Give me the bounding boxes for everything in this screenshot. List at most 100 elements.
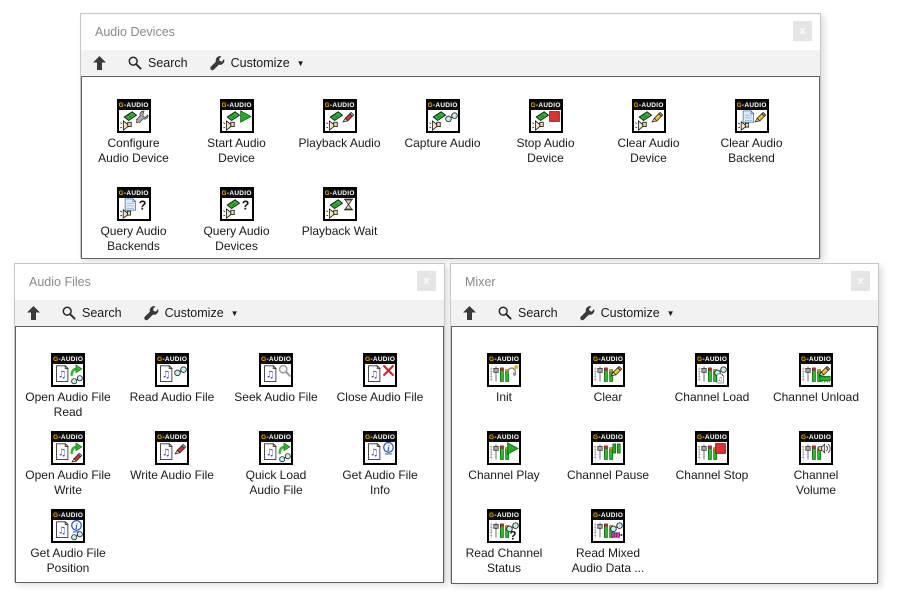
item-label: Playback Wait xyxy=(288,224,391,239)
g-audio-banner: G-AUDIO xyxy=(365,433,395,442)
icon-accent xyxy=(342,110,355,123)
palette-item-stop-audio-device[interactable]: G-AUDIO Stop Audio Device xyxy=(494,99,597,187)
icon-banner-rest: -AUDIO xyxy=(124,190,149,197)
title-bar[interactable]: Audio Devices x xyxy=(81,14,820,50)
icon-banner-rest: -AUDIO xyxy=(806,356,831,363)
g-audio-banner: G-AUDIO xyxy=(801,355,831,364)
window-title: Audio Devices xyxy=(95,25,175,39)
palette-item-playback-audio[interactable]: G-AUDIO Playback Audio xyxy=(288,99,391,187)
title-bar[interactable]: Audio Files x xyxy=(15,264,444,300)
icon-banner-rest: -AUDIO xyxy=(162,356,187,363)
icon-banner-rest: -AUDIO xyxy=(58,434,83,441)
g-audio-banner: G-AUDIO xyxy=(531,101,561,110)
customize-button[interactable]: Customize ▼ xyxy=(210,56,305,71)
g-audio-banner: G-AUDIO xyxy=(157,433,187,442)
palette-item-configure-audio-device[interactable]: G-AUDIO Configure Audio Device xyxy=(82,99,185,187)
icon-accent xyxy=(714,442,727,455)
item-label: Channel Volume xyxy=(764,468,868,498)
vi-icon: G-AUDIO xyxy=(632,99,666,133)
icon-body xyxy=(325,198,355,219)
palette-item-read-channel-status[interactable]: G-AUDIO Read Channel Status xyxy=(452,509,556,587)
icon-banner-rest: -AUDIO xyxy=(162,434,187,441)
palette-item-get-audio-file-info[interactable]: G-AUDIO Get Audio File Info xyxy=(328,431,432,509)
icon-accent2 xyxy=(279,451,291,463)
palette-item-channel-load[interactable]: G-AUDIO Channel Load xyxy=(660,353,764,431)
palette-item-open-audio-file-write[interactable]: G-AUDIO Open Audio File Write xyxy=(16,431,120,509)
g-audio-banner: G-AUDIO xyxy=(593,355,623,364)
palette-item-init[interactable]: G-AUDIO Init xyxy=(452,353,556,431)
vi-icon: G-AUDIO xyxy=(220,99,254,133)
palette-item-read-mixed-audio-data[interactable]: G-AUDIO Read Mixed Audio Data ... xyxy=(556,509,660,587)
up-button[interactable] xyxy=(463,306,476,320)
vi-icon: G-AUDIO xyxy=(259,353,293,387)
icon-accent xyxy=(610,364,623,377)
item-label: Capture Audio xyxy=(391,136,494,151)
icon-body xyxy=(697,364,727,385)
palette-item-channel-pause[interactable]: G-AUDIO Channel Pause xyxy=(556,431,660,509)
close-button[interactable]: x xyxy=(851,271,870,291)
search-button[interactable]: Search xyxy=(498,306,558,320)
up-button[interactable] xyxy=(27,306,40,320)
vi-icon: G-AUDIO xyxy=(487,509,521,543)
palette-item-query-audio-backends[interactable]: G-AUDIO Query Audio Backends xyxy=(82,187,185,275)
customize-button[interactable]: Customize ▼ xyxy=(580,306,675,321)
search-button[interactable]: Search xyxy=(62,306,122,320)
icon-accent xyxy=(342,198,355,211)
customize-button[interactable]: Customize ▼ xyxy=(144,306,239,321)
item-label: Stop Audio Device xyxy=(494,136,597,166)
palette-item-channel-stop[interactable]: G-AUDIO Channel Stop xyxy=(660,431,764,509)
icon-body xyxy=(634,110,664,131)
title-bar[interactable]: Mixer x xyxy=(451,264,878,300)
search-button[interactable]: Search xyxy=(128,56,188,70)
icon-body xyxy=(53,364,83,385)
palette-item-read-audio-file[interactable]: G-AUDIO Read Audio File xyxy=(120,353,224,431)
vi-icon: G-AUDIO xyxy=(51,353,85,387)
icon-banner-rest: -AUDIO xyxy=(702,356,727,363)
close-icon: x xyxy=(857,275,863,287)
vi-icon: G-AUDIO xyxy=(487,353,521,387)
palette-item-seek-audio-file[interactable]: G-AUDIO Seek Audio File xyxy=(224,353,328,431)
toolbar: Search Customize ▼ xyxy=(81,50,820,76)
icon-banner-rest: -AUDIO xyxy=(370,356,395,363)
icon-body xyxy=(261,442,291,463)
vi-icon: G-AUDIO xyxy=(591,353,625,387)
vi-icon: G-AUDIO xyxy=(799,353,833,387)
palette-item-start-audio-device[interactable]: G-AUDIO Start Audio Device xyxy=(185,99,288,187)
icon-banner-rest: -AUDIO xyxy=(598,512,623,519)
palette-item-write-audio-file[interactable]: G-AUDIO Write Audio File xyxy=(120,431,224,509)
close-button[interactable]: x xyxy=(793,21,812,41)
icon-accent xyxy=(278,364,291,377)
palette-grid: G-AUDIO Init G-AUDIO Clear G-AUDIO xyxy=(451,326,878,584)
close-icon: x xyxy=(423,275,429,287)
icon-banner-rest: -AUDIO xyxy=(494,434,519,441)
up-button[interactable] xyxy=(93,56,106,70)
palette-item-capture-audio[interactable]: G-AUDIO Capture Audio xyxy=(391,99,494,187)
palette-item-playback-wait[interactable]: G-AUDIO Playback Wait xyxy=(288,187,391,275)
vi-icon: G-AUDIO xyxy=(117,187,151,221)
palette-item-quick-load-audio-file[interactable]: G-AUDIO Quick Load Audio File xyxy=(224,431,328,509)
palette-item-channel-play[interactable]: G-AUDIO Channel Play xyxy=(452,431,556,509)
palette-item-close-audio-file[interactable]: G-AUDIO Close Audio File xyxy=(328,353,432,431)
icon-banner-rest: -AUDIO xyxy=(330,102,355,109)
item-label: Channel Play xyxy=(452,468,556,483)
palette-item-open-audio-file-read[interactable]: G-AUDIO Open Audio File Read xyxy=(16,353,120,431)
close-button[interactable]: x xyxy=(417,271,436,291)
icon-banner-rest: -AUDIO xyxy=(598,356,623,363)
palette-item-channel-unload[interactable]: G-AUDIO Channel Unload xyxy=(764,353,868,431)
vi-icon: G-AUDIO xyxy=(117,99,151,133)
palette-item-get-audio-file-position[interactable]: G-AUDIO Get Audio File Position xyxy=(16,509,120,587)
item-label: Configure Audio Device xyxy=(82,136,185,166)
item-label: Query Audio Devices xyxy=(185,224,288,254)
palette-item-query-audio-devices[interactable]: G-AUDIO Query Audio Devices xyxy=(185,187,288,275)
icon-body xyxy=(119,198,149,219)
palette-item-channel-volume[interactable]: G-AUDIO Channel Volume xyxy=(764,431,868,509)
icon-body xyxy=(222,198,252,219)
dropdown-arrow-icon: ▼ xyxy=(667,309,675,318)
palette-item-clear-audio-backend[interactable]: G-AUDIO Clear Audio Backend xyxy=(700,99,803,187)
icon-body xyxy=(365,364,395,385)
vi-icon: G-AUDIO xyxy=(591,509,625,543)
icon-banner-rest: -AUDIO xyxy=(494,512,519,519)
palette-item-clear[interactable]: G-AUDIO Clear xyxy=(556,353,660,431)
palette-item-clear-audio-device[interactable]: G-AUDIO Clear Audio Device xyxy=(597,99,700,187)
item-label: Clear xyxy=(556,390,660,405)
